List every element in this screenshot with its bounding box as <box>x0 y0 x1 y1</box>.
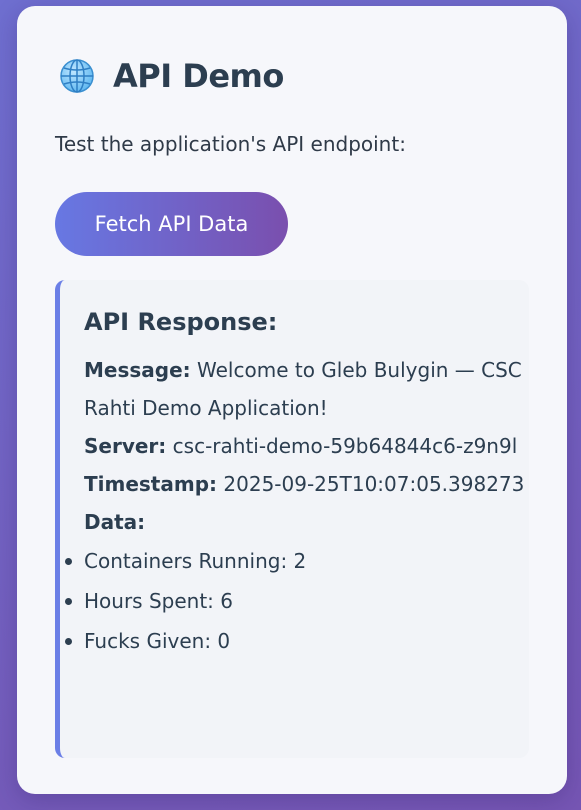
timestamp-label: Timestamp: <box>84 471 218 496</box>
list-item: Containers Running: 2 <box>65 541 529 581</box>
list-item: Fucks Given: 0 <box>65 621 529 661</box>
globe-icon <box>59 58 95 94</box>
timestamp-value: 2025-09-25T10:07:05.398273 <box>223 471 525 496</box>
page-title: API Demo <box>113 57 284 95</box>
intro-text: Test the application's API endpoint: <box>55 132 406 156</box>
header: API Demo <box>59 54 284 98</box>
api-demo-card: API Demo Test the application's API endp… <box>17 6 567 794</box>
list-item: Hours Spent: 6 <box>65 581 529 621</box>
fetch-api-data-button[interactable]: Fetch API Data <box>55 192 288 256</box>
server-label: Server: <box>84 433 167 458</box>
response-title: API Response: <box>84 308 278 336</box>
message-line: Message: Welcome to Gleb Bulygin — CSC R… <box>84 351 529 427</box>
timestamp-line: Timestamp: 2025-09-25T10:07:05.398273 <box>84 465 529 503</box>
data-list: Containers Running: 2 Hours Spent: 6 Fuc… <box>65 541 529 661</box>
api-response-panel: API Response: Message: Welcome to Gleb B… <box>55 280 529 758</box>
data-line: Data: <box>84 503 529 541</box>
server-line: Server: csc-rahti-demo-59b64844c6-z9n9l <box>84 427 529 465</box>
message-label: Message: <box>84 357 191 382</box>
data-label: Data: <box>84 509 146 534</box>
server-value: csc-rahti-demo-59b64844c6-z9n9l <box>172 433 518 458</box>
